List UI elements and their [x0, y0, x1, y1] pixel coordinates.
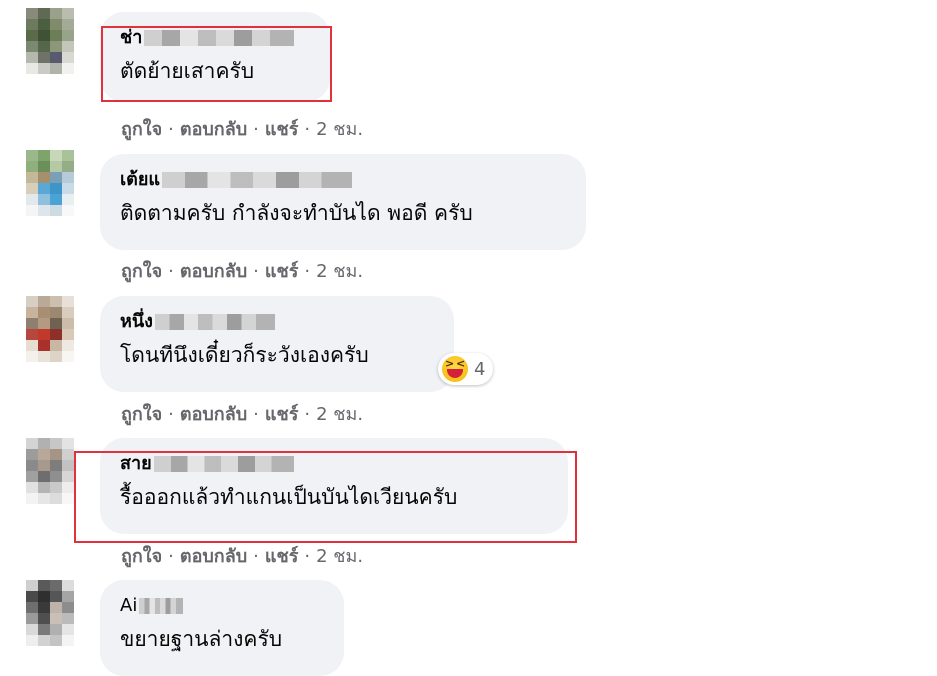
comment-text: ติดตามครับ กำลังจะทำบันได พอดี ครับ: [120, 201, 473, 225]
avatar[interactable]: [26, 438, 74, 504]
like-button[interactable]: ถูกใจ: [121, 261, 162, 282]
reply-button[interactable]: ตอบกลับ: [180, 119, 247, 140]
comment-author[interactable]: หนึ่ง: [120, 310, 275, 334]
timestamp[interactable]: 2 ชม.: [316, 119, 363, 140]
share-button[interactable]: แชร์: [265, 546, 299, 567]
comment-actions: ถูกใจ · ตอบกลับ · แชร์ · 2 ชม.: [121, 404, 364, 425]
reply-button[interactable]: ตอบกลับ: [180, 404, 247, 425]
highlight-box: [101, 26, 332, 102]
reply-button[interactable]: ตอบกลับ: [180, 261, 247, 282]
timestamp[interactable]: 2 ชม.: [316, 546, 363, 567]
highlight-box: [74, 451, 577, 543]
share-button[interactable]: แชร์: [265, 261, 299, 282]
laughing-emoji-icon: [442, 356, 468, 382]
comment-actions: ถูกใจ · ตอบกลับ · แชร์ · 2 ชม.: [121, 546, 364, 567]
comment-bubble: หนึ่ง โดนทีนึงเดี๋ยวก็ระวังเองครับ: [100, 296, 454, 392]
comment-text: โดนทีนึงเดี๋ยวก็ระวังเองครับ: [120, 343, 369, 367]
avatar[interactable]: [26, 150, 74, 216]
reaction-badge[interactable]: 4: [438, 353, 494, 385]
redacted-name: [162, 172, 352, 188]
timestamp[interactable]: 2 ชม.: [316, 261, 363, 282]
like-button[interactable]: ถูกใจ: [121, 546, 162, 567]
redacted-name: [154, 314, 275, 330]
reaction-count: 4: [474, 358, 486, 380]
reply-button[interactable]: ตอบกลับ: [180, 546, 247, 567]
timestamp[interactable]: 2 ชม.: [316, 404, 363, 425]
comment-author[interactable]: Ai: [120, 594, 184, 618]
share-button[interactable]: แชร์: [265, 404, 299, 425]
avatar[interactable]: [26, 580, 74, 646]
comment-actions: ถูกใจ · ตอบกลับ · แชร์ · 2 ชม.: [121, 119, 364, 140]
share-button[interactable]: แชร์: [265, 119, 299, 140]
comment-text: ขยายฐานล่างครับ: [120, 627, 283, 651]
comment-author[interactable]: เต้ยแ: [120, 168, 352, 192]
comment-bubble: เต้ยแ ติดตามครับ กำลังจะทำบันได พอดี ครั…: [100, 154, 586, 250]
comment-actions: ถูกใจ · ตอบกลับ · แชร์ · 2 ชม.: [121, 261, 364, 282]
comment-bubble: Ai ขยายฐานล่างครับ: [100, 580, 344, 676]
avatar[interactable]: [26, 8, 74, 74]
avatar[interactable]: [26, 296, 74, 362]
like-button[interactable]: ถูกใจ: [121, 119, 162, 140]
redacted-name: [139, 598, 184, 614]
like-button[interactable]: ถูกใจ: [121, 404, 162, 425]
